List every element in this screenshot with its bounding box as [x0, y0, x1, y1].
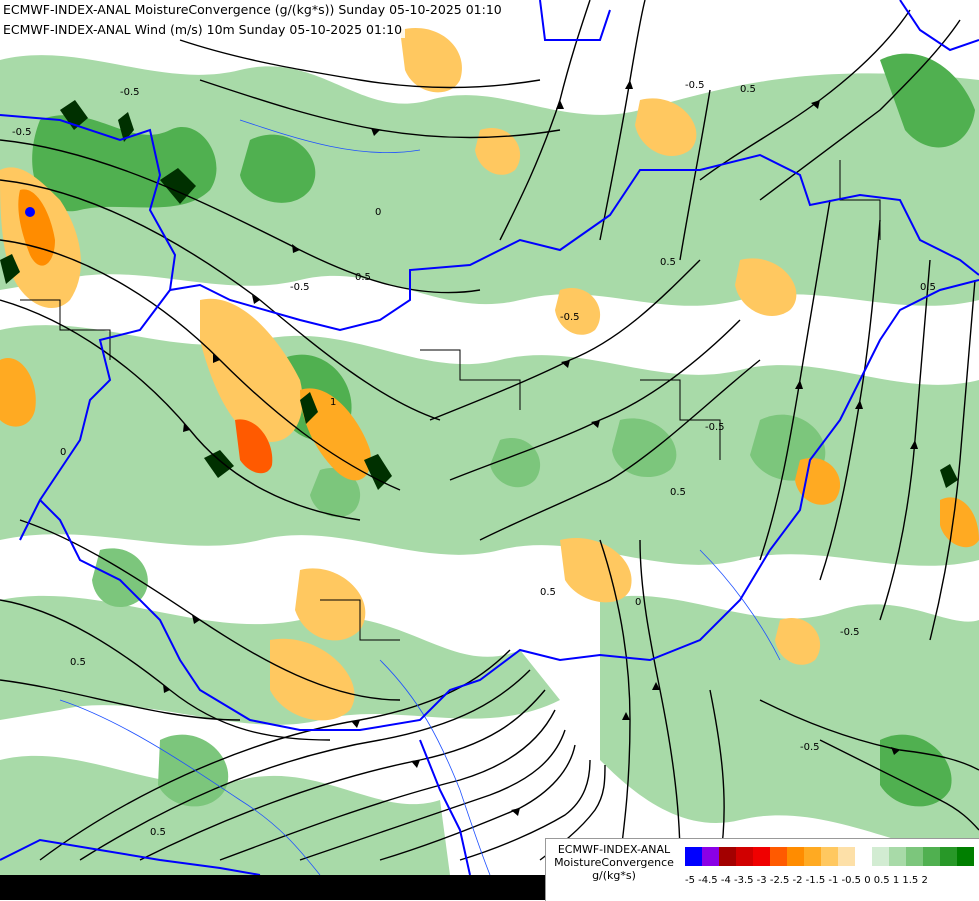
legend-swatch: [770, 847, 787, 866]
legend-tick-labels: -5 -4.5 -4 -3.5 -3 -2.5 -2 -1.5 -1 -0.5 …: [685, 875, 928, 886]
svg-text:0: 0: [375, 207, 381, 218]
svg-text:-0.5: -0.5: [560, 312, 580, 323]
svg-text:0.5: 0.5: [355, 272, 371, 283]
svg-text:-0.5: -0.5: [840, 627, 860, 638]
legend-swatch: [804, 847, 821, 866]
legend-title-variable: MoistureConvergence: [554, 856, 674, 869]
legend-title-units: g/(kg*s): [592, 869, 636, 882]
legend-swatch: [838, 847, 855, 866]
legend-swatch: [821, 847, 838, 866]
svg-text:0.5: 0.5: [540, 587, 556, 598]
svg-text:0.5: 0.5: [70, 657, 86, 668]
legend-swatch: [906, 847, 923, 866]
legend-swatch: [736, 847, 753, 866]
svg-text:-0.5: -0.5: [120, 87, 140, 98]
svg-text:0.5: 0.5: [660, 257, 676, 268]
legend-swatch: [702, 847, 719, 866]
map-title-wind: ECMWF-INDEX-ANAL Wind (m/s) 10m Sunday 0…: [0, 21, 406, 38]
svg-text:0.5: 0.5: [150, 827, 166, 838]
legend-swatch: [719, 847, 736, 866]
bottom-bar: [0, 875, 545, 900]
svg-text:0.5: 0.5: [670, 487, 686, 498]
legend-swatch: [787, 847, 804, 866]
legend-title-source: ECMWF-INDEX-ANAL: [557, 843, 671, 856]
svg-text:-0.5: -0.5: [800, 742, 820, 753]
legend-swatch: [872, 847, 889, 866]
legend-swatches: [685, 847, 974, 866]
svg-text:-0.5: -0.5: [685, 80, 705, 91]
moisture-convergence-map: -0.5 -0.5 -0.5 0.5 0 0.5 -0.5 0.5 -0.5 0…: [0, 0, 979, 900]
min-divergence-dot: [25, 207, 35, 217]
svg-text:-0.5: -0.5: [705, 422, 725, 433]
legend-swatch: [753, 847, 770, 866]
svg-text:1: 1: [330, 397, 336, 408]
svg-text:0.5: 0.5: [740, 84, 756, 95]
legend-swatch: [940, 847, 957, 866]
svg-text:0: 0: [635, 597, 641, 608]
legend-swatch: [923, 847, 940, 866]
svg-text:-0.5: -0.5: [290, 282, 310, 293]
svg-text:0.5: 0.5: [920, 282, 936, 293]
map-title-moisture-convergence: ECMWF-INDEX-ANAL MoistureConvergence (g/…: [0, 1, 505, 18]
svg-text:-0.5: -0.5: [12, 127, 32, 138]
legend-swatch: [889, 847, 906, 866]
color-legend: ECMWF-INDEX-ANAL MoistureConvergence g/(…: [545, 838, 979, 901]
legend-swatch: [957, 847, 974, 866]
legend-swatch: [685, 847, 702, 866]
legend-title: ECMWF-INDEX-ANAL MoistureConvergence g/(…: [546, 843, 682, 882]
legend-swatch: [855, 847, 872, 866]
svg-text:0: 0: [60, 447, 66, 458]
